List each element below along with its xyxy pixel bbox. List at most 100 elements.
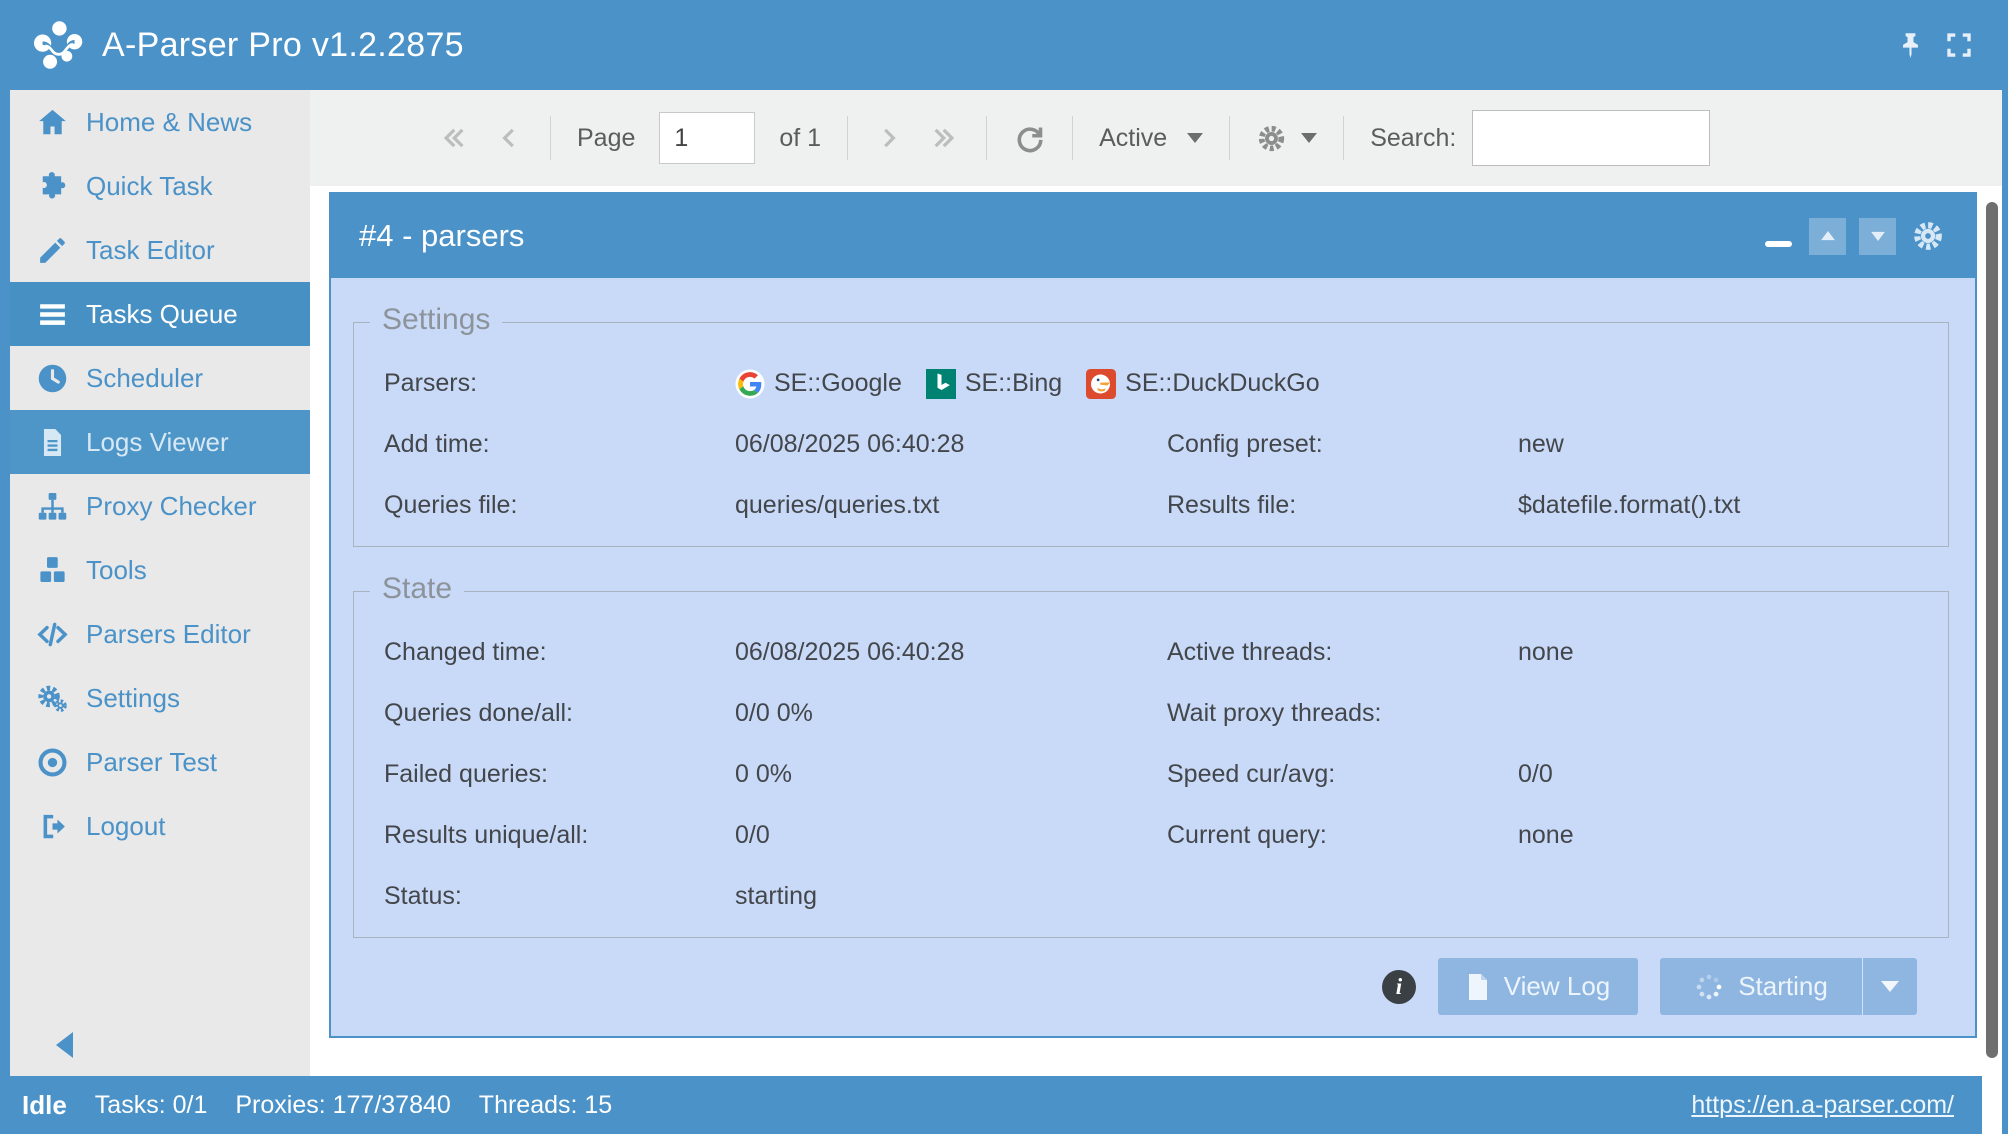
settings-section: Settings Parsers: xyxy=(353,322,1949,547)
field-label: Current query: xyxy=(1167,821,1518,850)
next-page-icon[interactable] xyxy=(874,123,904,153)
list-icon xyxy=(34,296,70,332)
state-row: Results unique/all: 0/0 Current query: n… xyxy=(354,805,1948,866)
sidebar-item-label: Quick Task xyxy=(86,171,213,202)
caret-down-icon xyxy=(1187,133,1203,143)
sidebar-item-scheduler[interactable]: Scheduler xyxy=(10,346,310,410)
view-log-button[interactable]: View Log xyxy=(1438,958,1638,1015)
scrollbar-thumb[interactable] xyxy=(1986,202,1998,1058)
sidebar-item-parser-test[interactable]: Parser Test xyxy=(10,730,310,794)
app-title: A-Parser Pro v1.2.2875 xyxy=(102,26,464,65)
settings-section-legend: Settings xyxy=(370,303,502,337)
state-row: Changed time: 06/08/2025 06:40:28 Active… xyxy=(354,622,1948,683)
first-page-icon[interactable] xyxy=(438,123,468,153)
sidebar-item-label: Parser Test xyxy=(86,747,217,778)
sidebar-item-quick-task[interactable]: Quick Task xyxy=(10,154,310,218)
pencil-icon xyxy=(34,232,70,268)
field-label: Wait proxy threads: xyxy=(1167,699,1518,728)
sidebar-item-tools[interactable]: Tools xyxy=(10,538,310,602)
field-value: 06/08/2025 06:40:28 xyxy=(735,430,1167,459)
starting-label: Starting xyxy=(1738,971,1828,1002)
state-row: Status: starting xyxy=(354,866,1948,927)
search-input[interactable] xyxy=(1472,110,1710,166)
page-number-input[interactable] xyxy=(659,112,755,164)
vertical-scrollbar xyxy=(1982,186,2002,1134)
code-icon xyxy=(34,616,70,652)
parser-name: SE::Google xyxy=(774,369,902,398)
a-parser-site-link[interactable]: https://en.a-parser.com/ xyxy=(1691,1091,1954,1120)
home-icon xyxy=(34,104,70,140)
last-page-icon[interactable] xyxy=(930,123,960,153)
sidebar-item-label: Logs Viewer xyxy=(86,427,229,458)
field-label: Config preset: xyxy=(1167,430,1518,459)
sidebar-item-logs-viewer[interactable]: Logs Viewer xyxy=(10,410,310,474)
sidebar-item-label: Tasks Queue xyxy=(86,299,238,330)
parsers-row: Parsers: xyxy=(354,353,1948,414)
app-window: A-Parser Pro v1.2.2875 Home & News Quick… xyxy=(0,0,2008,1134)
sidebar-item-label: Settings xyxy=(86,683,180,714)
sidebar-item-parsers-editor[interactable]: Parsers Editor xyxy=(10,602,310,666)
state-section-legend: State xyxy=(370,572,464,606)
refresh-icon[interactable] xyxy=(1013,122,1046,155)
task-status-filter-dropdown[interactable]: Active xyxy=(1099,124,1203,153)
starting-button[interactable]: Starting xyxy=(1660,958,1862,1015)
caret-down-icon xyxy=(1881,981,1899,992)
settings-row: Add time: 06/08/2025 06:40:28 Config pre… xyxy=(354,414,1948,475)
sidebar-item-logout[interactable]: Logout xyxy=(10,794,310,858)
prev-page-icon[interactable] xyxy=(494,123,524,153)
task-status-filter-value: Active xyxy=(1099,124,1167,153)
page-label: Page xyxy=(577,124,635,153)
pin-icon[interactable] xyxy=(1895,30,1926,61)
sidebar-item-settings[interactable]: Settings xyxy=(10,666,310,730)
move-up-icon[interactable] xyxy=(1809,218,1846,255)
tasks-queue-content: #4 - parsers Settings xyxy=(310,186,1982,1076)
sidebar: Home & News Quick Task Task Editor Tasks… xyxy=(0,90,310,1076)
status-proxies: Proxies: 177/37840 xyxy=(235,1091,450,1120)
sidebar-item-tasks-queue[interactable]: Tasks Queue xyxy=(10,282,310,346)
field-label: Queries done/all: xyxy=(384,699,735,728)
caret-down-icon xyxy=(1301,133,1317,143)
state-row: Failed queries: 0 0% Speed cur/avg: 0/0 xyxy=(354,744,1948,805)
sidebar-item-proxy-checker[interactable]: Proxy Checker xyxy=(10,474,310,538)
clock-icon xyxy=(34,360,70,396)
field-label: Status: xyxy=(384,882,735,911)
field-label: Failed queries: xyxy=(384,760,735,789)
field-label: Queries file: xyxy=(384,491,735,520)
field-value: new xyxy=(1518,430,1948,459)
sidebar-item-label: Task Editor xyxy=(86,235,215,266)
move-down-icon[interactable] xyxy=(1859,218,1896,255)
minimize-icon[interactable] xyxy=(1760,218,1796,254)
task-panel-title: #4 - parsers xyxy=(359,218,1760,254)
sidebar-item-label: Tools xyxy=(86,555,147,586)
field-value: 0/0 xyxy=(735,821,1167,850)
parser-chip: SE::Google xyxy=(735,369,902,399)
parser-chip: SE::Bing xyxy=(926,369,1062,399)
sidebar-item-task-editor[interactable]: Task Editor xyxy=(10,218,310,282)
field-value: $datefile.format().txt xyxy=(1518,491,1948,520)
toolbar-settings-dropdown[interactable] xyxy=(1256,123,1317,154)
sidebar-item-home-news[interactable]: Home & News xyxy=(10,90,310,154)
task-panel: #4 - parsers Settings xyxy=(329,192,1977,1038)
task-panel-footer: i View Log xyxy=(331,958,1975,1015)
view-log-doc-icon xyxy=(1466,973,1490,1001)
a-parser-logo-icon xyxy=(30,17,86,73)
status-bar: Idle Tasks: 0/1 Proxies: 177/37840 Threa… xyxy=(0,1076,1982,1134)
google-icon xyxy=(735,369,765,399)
info-icon[interactable]: i xyxy=(1382,970,1416,1004)
sidebar-collapse-icon[interactable] xyxy=(56,1032,73,1058)
tasks-toolbar: Page of 1 Active Search: xyxy=(310,90,2002,186)
logout-icon xyxy=(34,808,70,844)
window-right-border xyxy=(2002,90,2008,1134)
fullscreen-icon[interactable] xyxy=(1944,30,1974,60)
document-icon xyxy=(34,424,70,460)
starting-dropdown-caret[interactable] xyxy=(1862,958,1917,1015)
sidebar-item-label: Logout xyxy=(86,811,166,842)
field-value: queries/queries.txt xyxy=(735,491,1167,520)
panel-gear-icon[interactable] xyxy=(1909,217,1947,255)
parser-chip: SE::DuckDuckGo xyxy=(1086,369,1320,399)
field-label: Results file: xyxy=(1167,491,1518,520)
sidebar-item-label: Parsers Editor xyxy=(86,619,251,650)
field-label: Add time: xyxy=(384,430,735,459)
parser-name: SE::DuckDuckGo xyxy=(1125,369,1320,398)
puzzle-icon xyxy=(34,168,70,204)
